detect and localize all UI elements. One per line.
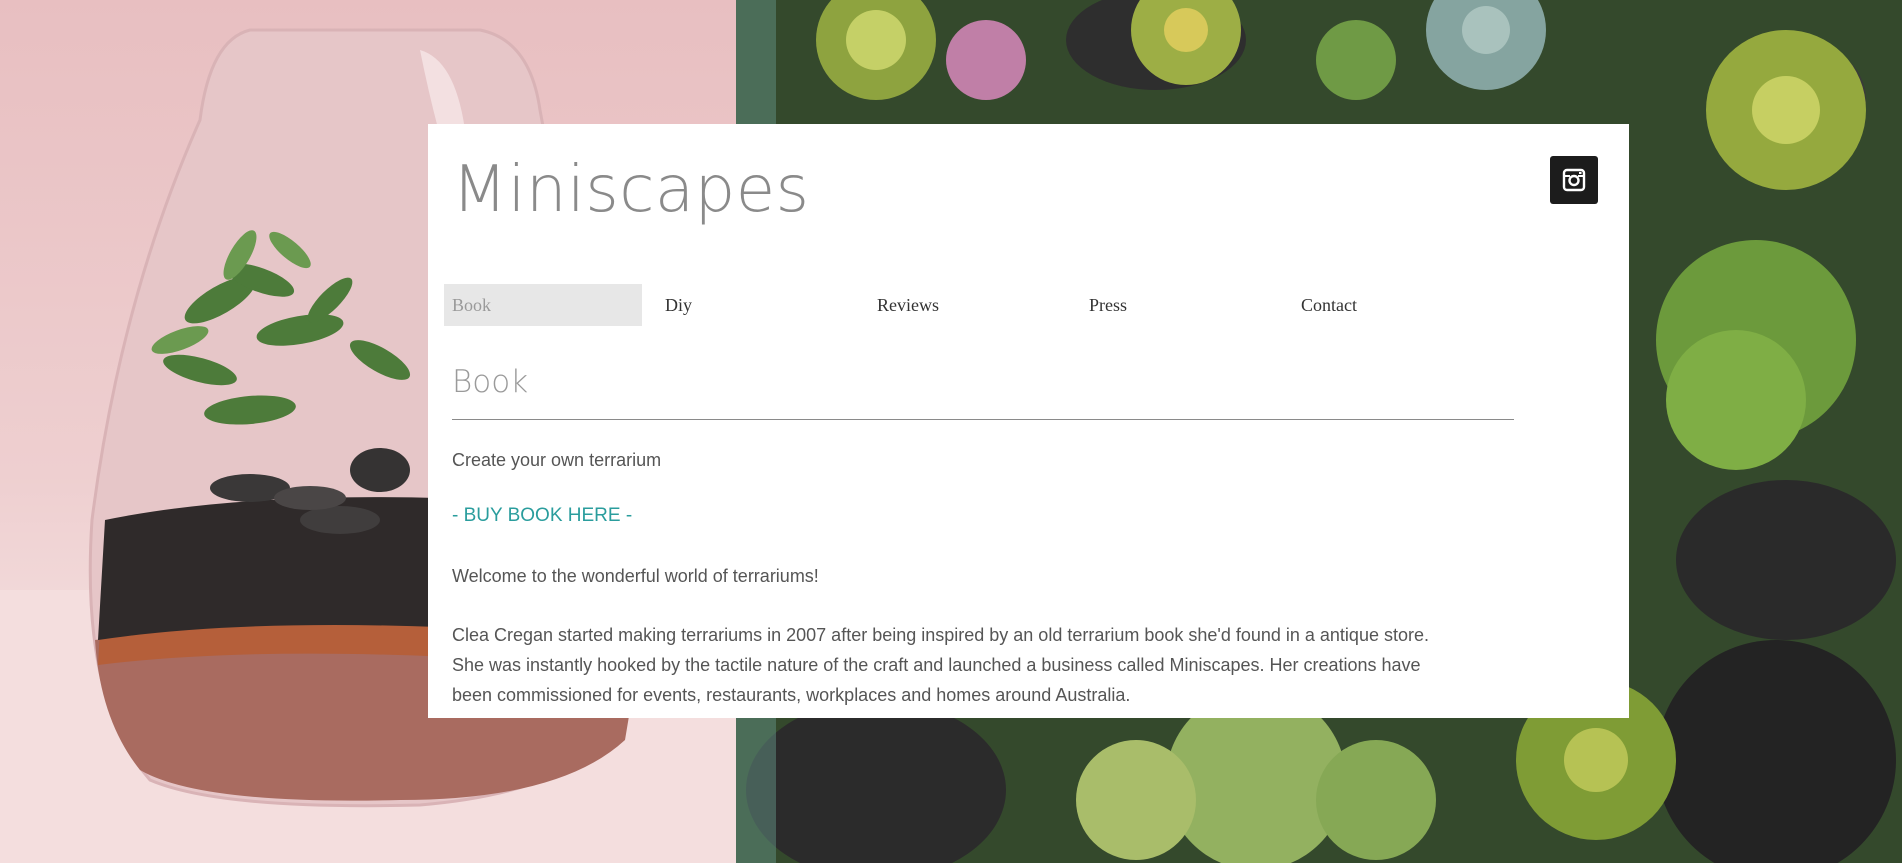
nav-item-book[interactable]: Book bbox=[444, 284, 642, 326]
page-heading: Book bbox=[452, 364, 529, 400]
welcome-text: Welcome to the wonderful world of terrar… bbox=[452, 566, 819, 586]
site-title[interactable]: Miniscapes bbox=[452, 152, 809, 229]
page-subtitle: Create your own terrarium bbox=[452, 450, 662, 470]
nav-item-press[interactable]: Press bbox=[1081, 284, 1279, 326]
heading-divider bbox=[452, 419, 1514, 420]
nav-item-contact[interactable]: Contact bbox=[1293, 284, 1491, 326]
buy-book-link[interactable]: - BUY BOOK HERE - bbox=[452, 505, 632, 527]
instagram-icon bbox=[1562, 168, 1586, 192]
main-nav: Book Diy Reviews Press Contact bbox=[444, 284, 1516, 328]
nav-item-reviews[interactable]: Reviews bbox=[869, 284, 1067, 326]
nav-item-diy[interactable]: Diy bbox=[657, 284, 855, 326]
intro-paragraph: Clea Cregan started making terrariums in… bbox=[452, 625, 1429, 705]
content-panel: Miniscapes Book Diy Reviews Press Contac… bbox=[428, 124, 1629, 718]
instagram-button[interactable] bbox=[1550, 156, 1598, 204]
